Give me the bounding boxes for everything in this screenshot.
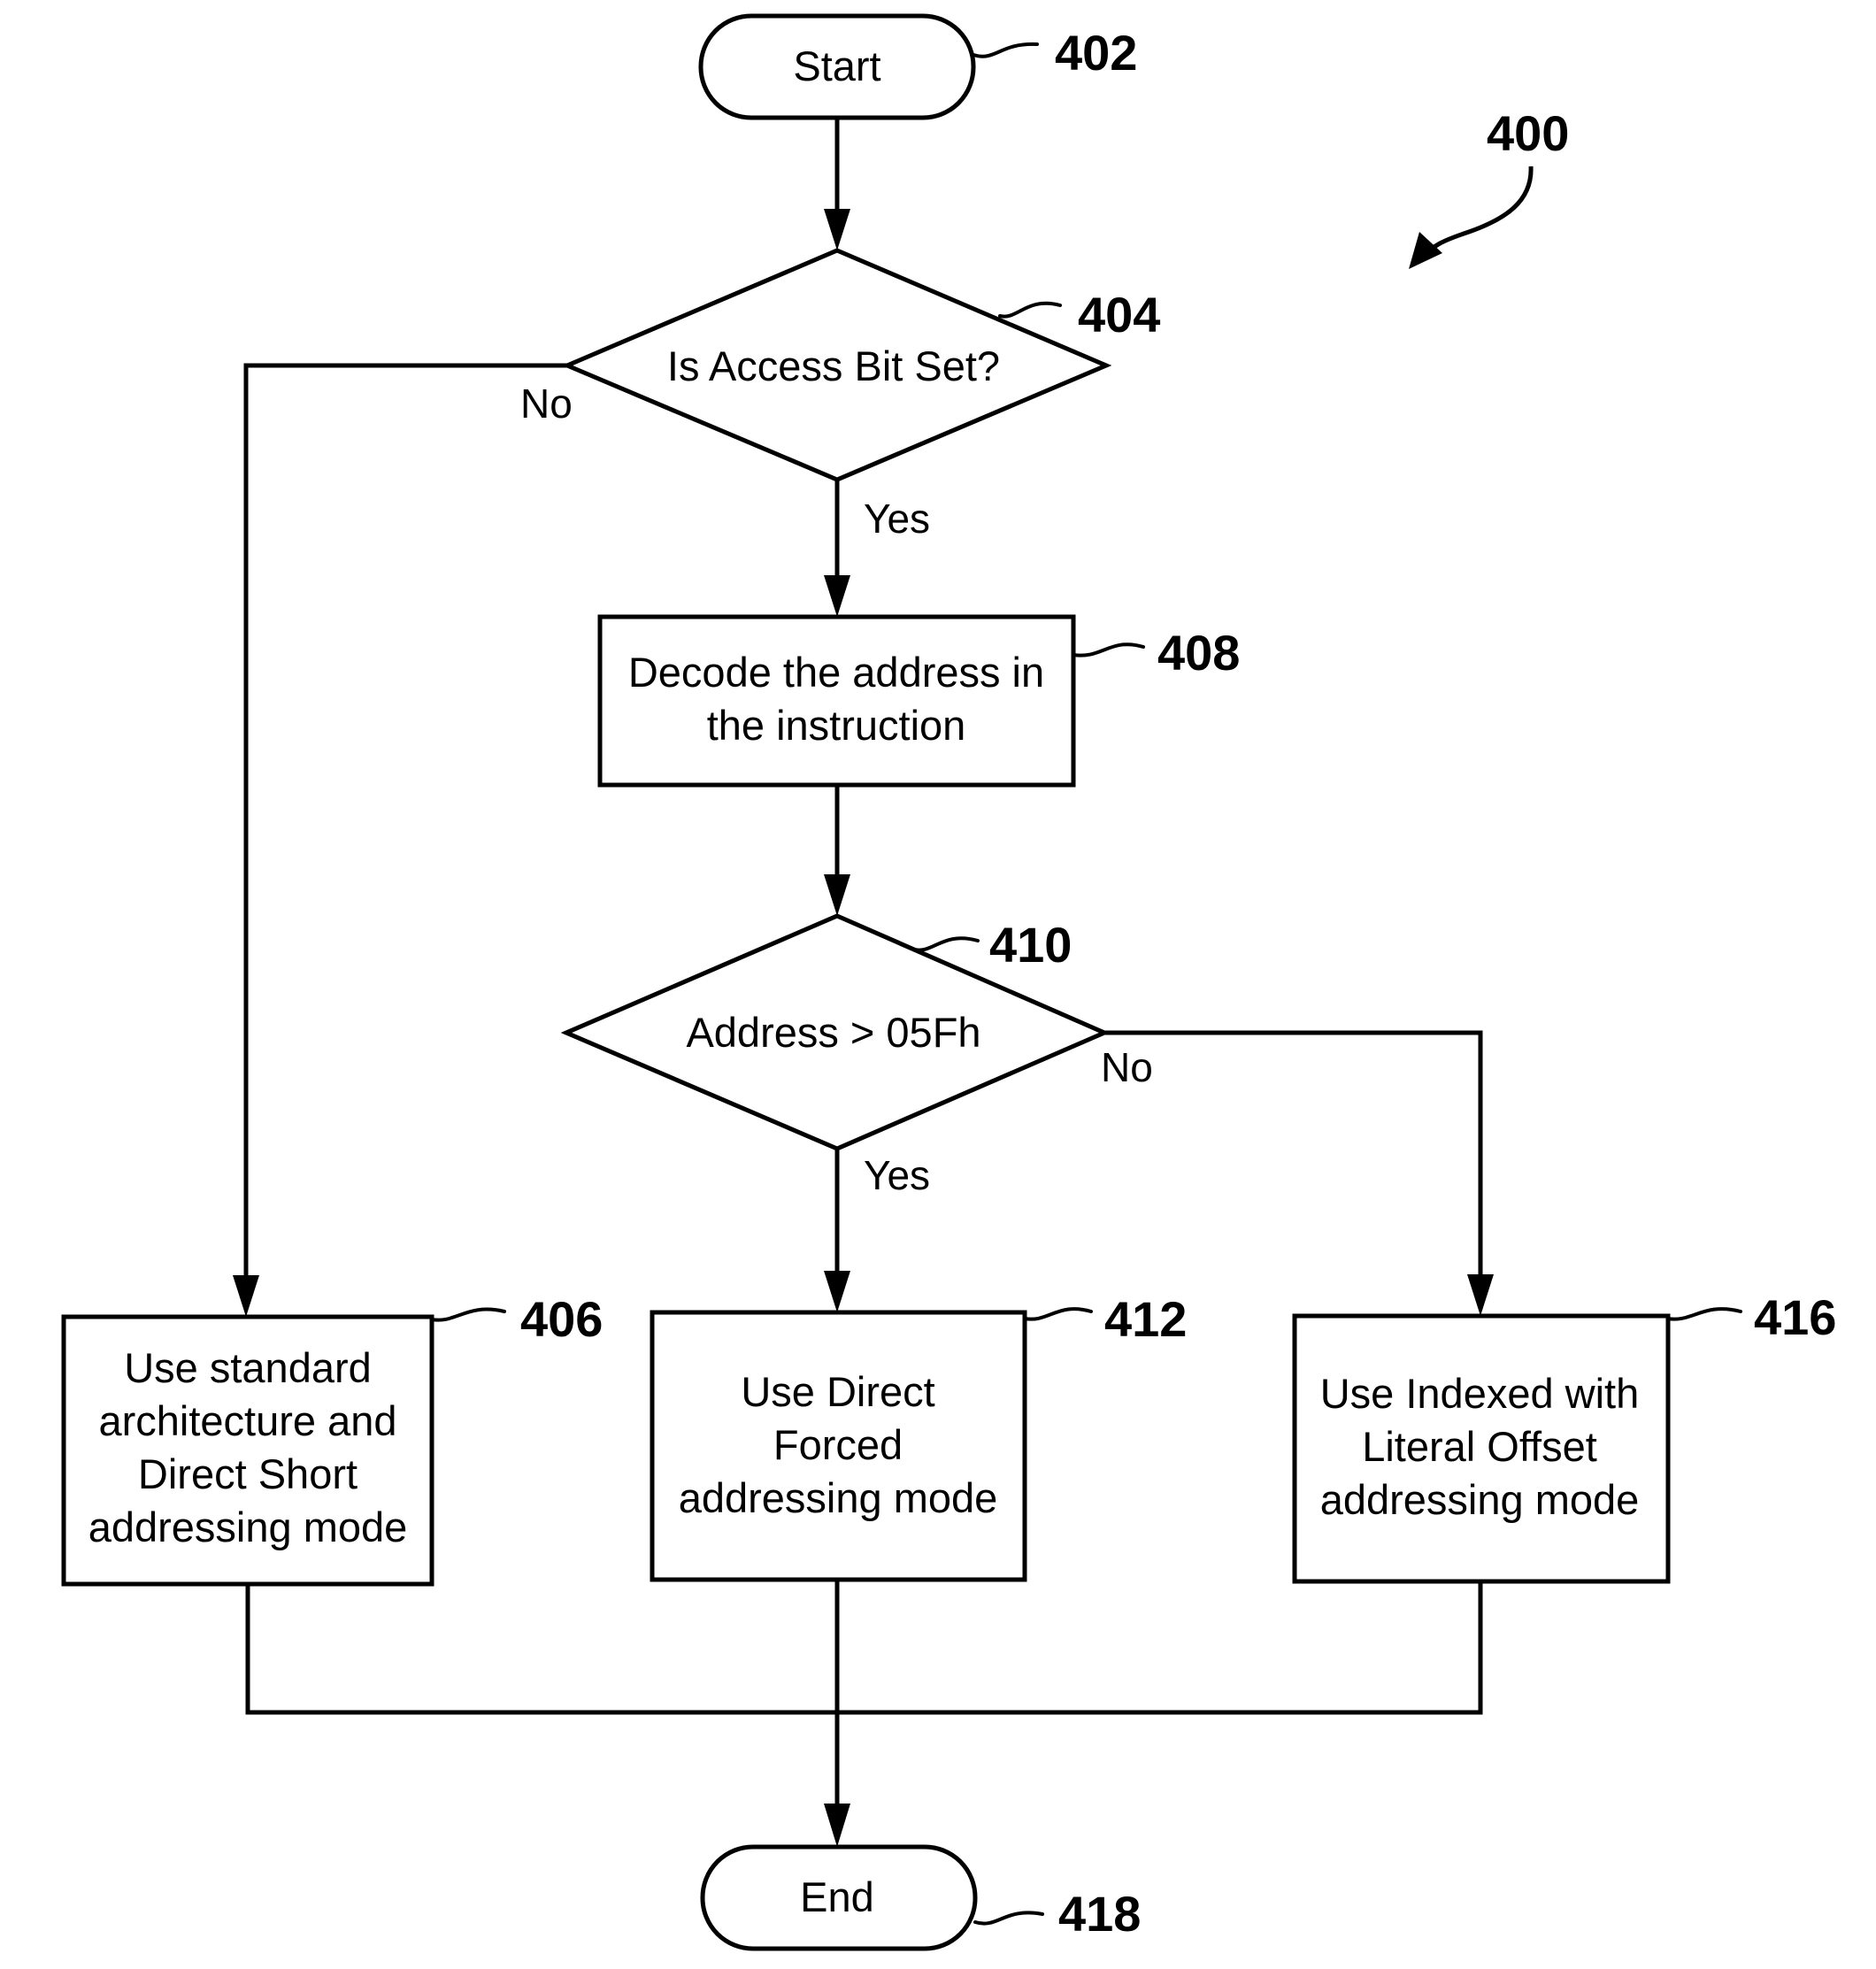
arrowhead-down-icon (824, 874, 850, 916)
merge-line-right (837, 1581, 1483, 1715)
access-bit-no-label: No (520, 381, 573, 427)
merge-line-left (245, 1584, 837, 1715)
figure-reference: 400 (1409, 105, 1569, 269)
start-ref-label: 402 (1055, 25, 1137, 81)
decode-process: Decode the address in the instruction 40… (597, 614, 1240, 788)
decode-text-line-1: Decode the address in (628, 649, 1044, 696)
direct-forced-text-line-3: addressing mode (679, 1474, 998, 1521)
standard-mode-text-line-1: Use standard (124, 1344, 372, 1391)
end-ref-label: 418 (1058, 1886, 1141, 1942)
access-bit-ref-label: 404 (1078, 287, 1160, 342)
decode-ref-leader (1072, 642, 1145, 658)
access-bit-yes-label: Yes (864, 496, 930, 542)
flowchart-400: 400 Start 402 Is Access Bit Set? 404 No … (61, 13, 1836, 1951)
arrowhead-down-icon (1467, 1274, 1494, 1316)
arrowhead-down-icon (233, 1275, 259, 1317)
edge-merge-to-end (245, 1580, 1483, 1847)
indexed-literal-text-line-1: Use Indexed with (1320, 1370, 1640, 1417)
figure-number-label: 400 (1487, 105, 1569, 161)
end-ref-leader (973, 1911, 1044, 1926)
edge-address-check-yes: Yes (824, 1149, 930, 1312)
edge-decode-to-address-check (824, 785, 850, 916)
edge-address-check-no: No (1101, 1030, 1494, 1316)
access-bit-question: Is Access Bit Set? (667, 342, 1000, 389)
arrowhead-down-icon (824, 1804, 850, 1847)
access-bit-decision: Is Access Bit Set? 404 (561, 248, 1160, 482)
access-bit-ref-leader (998, 301, 1062, 319)
indexed-literal-ref-label: 416 (1754, 1289, 1836, 1345)
edge-access-bit-yes: Yes (824, 480, 930, 617)
figure-pointer-arrow (1422, 165, 1534, 258)
address-check-no-label: No (1101, 1044, 1153, 1090)
decode-ref-label: 408 (1157, 625, 1240, 681)
standard-mode-text-line-2: architecture and (98, 1397, 396, 1444)
indexed-literal-text-line-3: addressing mode (1320, 1476, 1640, 1523)
standard-mode-process: Use standard architecture and Direct Sho… (61, 1291, 603, 1587)
direct-forced-process: Use Direct Forced addressing mode 412 (650, 1291, 1187, 1582)
indexed-literal-text-line-2: Literal Offset (1362, 1423, 1597, 1470)
address-check-yes-label: Yes (864, 1152, 930, 1198)
start-ref-leader (972, 42, 1039, 58)
decode-box (597, 614, 1076, 788)
figure-pointer-arrowhead-icon (1409, 232, 1442, 269)
address-check-question: Address > 05Fh (686, 1009, 980, 1056)
standard-mode-ref-leader (430, 1307, 506, 1322)
edge-access-bit-no: No (233, 363, 573, 1317)
direct-forced-text-line-1: Use Direct (741, 1368, 934, 1415)
address-check-ref-label: 410 (989, 917, 1072, 973)
start-text: Start (793, 42, 880, 89)
address-check-ref-leader (912, 936, 980, 952)
arrowhead-down-icon (824, 1271, 850, 1312)
standard-mode-text-line-4: addressing mode (88, 1504, 408, 1550)
direct-forced-ref-label: 412 (1104, 1291, 1187, 1347)
indexed-literal-ref-leader (1666, 1307, 1742, 1321)
decode-text-line-2: the instruction (707, 702, 966, 749)
connector-line (1104, 1030, 1483, 1287)
standard-mode-text-line-3: Direct Short (138, 1450, 358, 1497)
arrowhead-down-icon (824, 209, 850, 250)
direct-forced-ref-leader (1023, 1307, 1093, 1321)
address-check-decision: Address > 05Fh 410 (560, 913, 1111, 1151)
edge-start-to-access-bit (824, 118, 850, 250)
indexed-literal-process: Use Indexed with Literal Offset addressi… (1292, 1289, 1836, 1584)
direct-forced-text-line-2: Forced (773, 1421, 903, 1468)
standard-mode-ref-label: 406 (520, 1291, 603, 1347)
start-node: Start 402 (698, 13, 1137, 120)
end-node: End 418 (700, 1844, 1141, 1951)
end-text: End (800, 1873, 874, 1920)
arrowhead-down-icon (824, 575, 850, 617)
connector-line (243, 363, 567, 1288)
